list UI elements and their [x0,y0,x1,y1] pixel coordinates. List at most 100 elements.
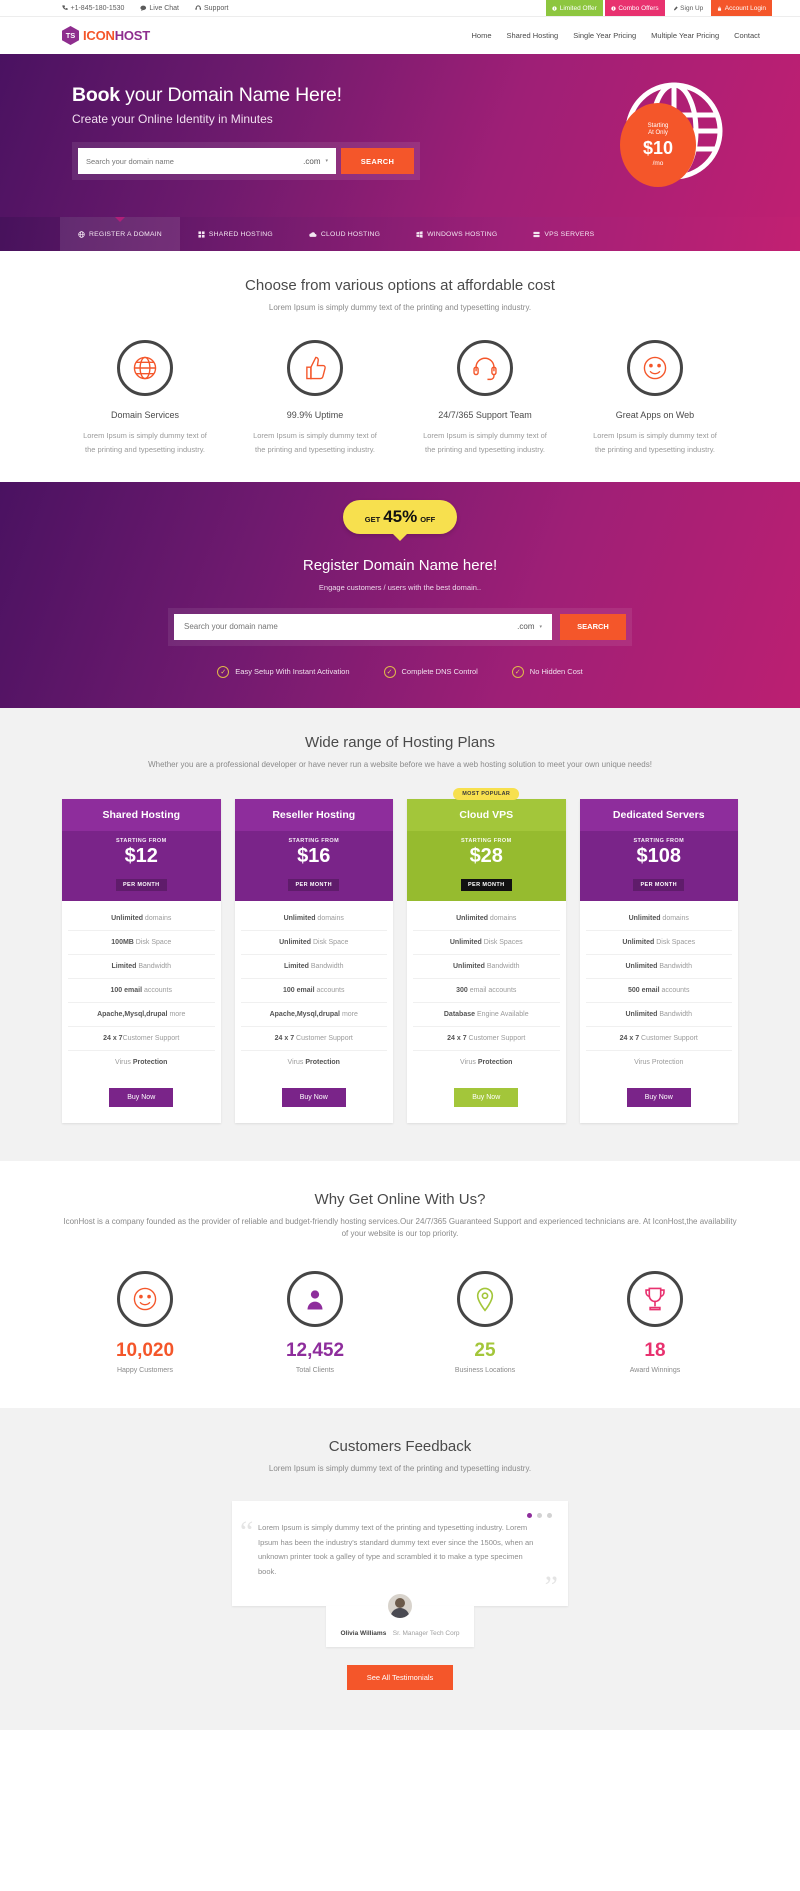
stat-total-clients: 12,452 Total Clients [230,1270,400,1374]
buy-now-button[interactable]: Buy Now [281,1088,346,1108]
stat-business-locations: 25 Business Locations [400,1270,570,1374]
headset-icon [473,357,497,381]
topbar-left-group: +1-845-180-1530 Live Chat Support [22,5,229,12]
testimonial-author: Olivia Williams Sr. Manager Tech Corp [326,1591,474,1647]
plan-feature: Unlimited Disk Spaces [585,931,732,956]
carousel-dot[interactable] [537,1513,542,1519]
tab-label: VPS SERVERS [544,230,595,238]
promo-search-button[interactable]: SEARCH [560,613,626,640]
feedback-title: Customers Feedback [328,1437,472,1455]
plan-card: Reseller Hosting STARTING FROM $16 PER MONT… [234,799,394,1124]
feature-title: 99.9% Uptime [286,410,344,421]
plan-buy-wrap: Buy Now [235,1078,394,1123]
feature-title: Great Apps on Web [615,410,695,421]
live-chat-link[interactable]: Live Chat [140,5,179,12]
nav-item-multiple-year-pricing[interactable]: Multiple Year Pricing [651,31,719,40]
hero-content: Book your Domain Name Here! Create your … [0,54,800,180]
options-subtitle: Lorem Ipsum is simply dummy text of the … [268,303,532,312]
nav-item-home[interactable]: Home [471,31,491,40]
ribbon-get-label: GET [364,514,381,524]
tab-register-a-domain[interactable]: REGISTER A DOMAIN [60,217,180,251]
hero-banner: Book your Domain Name Here! Create your … [0,54,800,217]
plan-name: Reseller Hosting [234,799,393,832]
nav-item-single-year-pricing[interactable]: Single Year Pricing [573,31,636,40]
promo-check-label: Easy Setup With Instant Activation [235,667,350,677]
hosting-tabs: REGISTER A DOMAIN SHARED HOSTING CLOUD H… [0,217,800,251]
tab-vps-servers[interactable]: VPS SERVERS [515,217,612,251]
carousel-dot-active[interactable] [527,1513,532,1519]
hero-tld-select[interactable]: .com ▾ [303,157,328,166]
stat-label: Award Winnings [629,1366,681,1374]
account-login-button[interactable]: Account Login [711,0,772,16]
buy-now-button[interactable]: Buy Now [626,1088,691,1108]
plan-card: MOST POPULAR Cloud VPS STARTING FROM $28 PER… [407,788,566,1124]
plan-feature: Unlimited Disk Space [240,931,387,956]
nav-item-contact[interactable]: Contact [734,31,760,40]
plan-feature: Unlimited Bandwidth [413,955,560,980]
globe-icon [78,230,85,238]
tab-cloud-hosting[interactable]: CLOUD HOSTING [291,217,398,251]
stat-label: Happy Customers [116,1366,174,1374]
tab-shared-hosting[interactable]: SHARED HOSTING [180,217,291,251]
globe-icon [133,357,157,380]
plan-feature: Limited Bandwidth [240,955,387,980]
plan-feature: Database Engine Available [413,1003,560,1028]
buy-now-button[interactable]: Buy Now [454,1088,519,1108]
chat-bubble-icon [140,5,147,11]
promo-title: Register Domain Name here! [302,556,498,574]
plan-buy-wrap: Buy Now [62,1078,221,1123]
buy-now-button[interactable]: Buy Now [109,1088,174,1108]
plan-feature: Virus Protection [460,1059,513,1067]
plan-feature: Virus Protection [115,1059,168,1067]
tab-label: SHARED HOSTING [208,230,273,238]
smiley-icon [643,357,667,380]
main-nav: Home Shared Hosting Single Year Pricing … [471,31,778,40]
site-header: TS ICONHOST Home Shared Hosting Single Y… [0,17,800,54]
promo-subtitle: Engage customers / users with the best d… [318,582,482,592]
plan-price-block: STARTING FROM $108 PER MONTH [579,831,738,902]
hero-search-field[interactable]: .com ▾ [78,148,336,174]
nav-item-shared-hosting[interactable]: Shared Hosting [507,31,559,40]
hero-tld-label: .com [303,156,321,166]
promo-search-field[interactable]: .com ▾ [174,613,552,640]
feature-uptime: 99.9% Uptime Lorem Ipsum is simply dummy… [230,340,400,455]
logo[interactable]: TS ICONHOST [22,26,150,45]
logo-icon-word: ICON [83,28,115,43]
hero-search-button[interactable]: SEARCH [341,148,414,174]
feature-icon-circle [457,340,513,397]
feedback-subtitle: Lorem Ipsum is simply dummy text of the … [268,1463,532,1473]
sign-up-button[interactable]: Sign Up [666,0,710,16]
plan-card: Dedicated Servers STARTING FROM $108 PER MO… [579,799,739,1124]
plan-badge: MOST POPULAR [453,788,520,801]
author-name: Olivia Williams [340,1629,387,1637]
see-all-testimonials-button[interactable]: See All Testimonials [346,1664,454,1690]
plan-buy-wrap: Buy Now [580,1078,739,1123]
limited-offer-button[interactable]: Limited Offer [546,0,603,16]
promo-tld-select[interactable]: .com ▾ [517,622,542,631]
feature-desc: Lorem Ipsum is simply dummy text of the … [83,431,207,454]
feature-icon-circle [627,340,683,397]
phone-link[interactable]: +1-845-180-1530 [62,5,124,12]
account-login-label: Account Login [724,4,766,12]
combo-offers-label: Combo Offers [618,4,659,12]
combo-offers-button[interactable]: Combo Offers [604,0,665,16]
support-link[interactable]: Support [195,5,229,12]
plan-price-block: STARTING FROM $28 PER MONTH [407,831,566,902]
stat-value: 25 [474,1339,496,1361]
feature-domain-services: Domain Services Lorem Ipsum is simply du… [60,340,230,455]
sign-up-label: Sign Up [680,4,704,12]
plan-price: $108 [636,845,682,868]
stat-label: Total Clients [295,1366,335,1374]
promo-tld-label: .com [517,622,535,632]
tab-windows-hosting[interactable]: WINDOWS HOSTING [398,217,515,251]
trophy-icon [645,1287,665,1311]
plan-feature: Apache,Mysql,drupal more [240,1003,387,1028]
feature-row: Domain Services Lorem Ipsum is simply du… [0,340,800,455]
testimonial-quote: Lorem Ipsum is simply dummy text of the … [258,1523,534,1577]
carousel-dot[interactable] [547,1513,552,1519]
hero-search-input[interactable] [86,156,304,166]
plan-price: $16 [297,845,331,868]
promo-search-input[interactable] [184,622,518,632]
plan-price-block: STARTING FROM $12 PER MONTH [62,831,221,902]
tab-label: WINDOWS HOSTING [427,230,498,238]
